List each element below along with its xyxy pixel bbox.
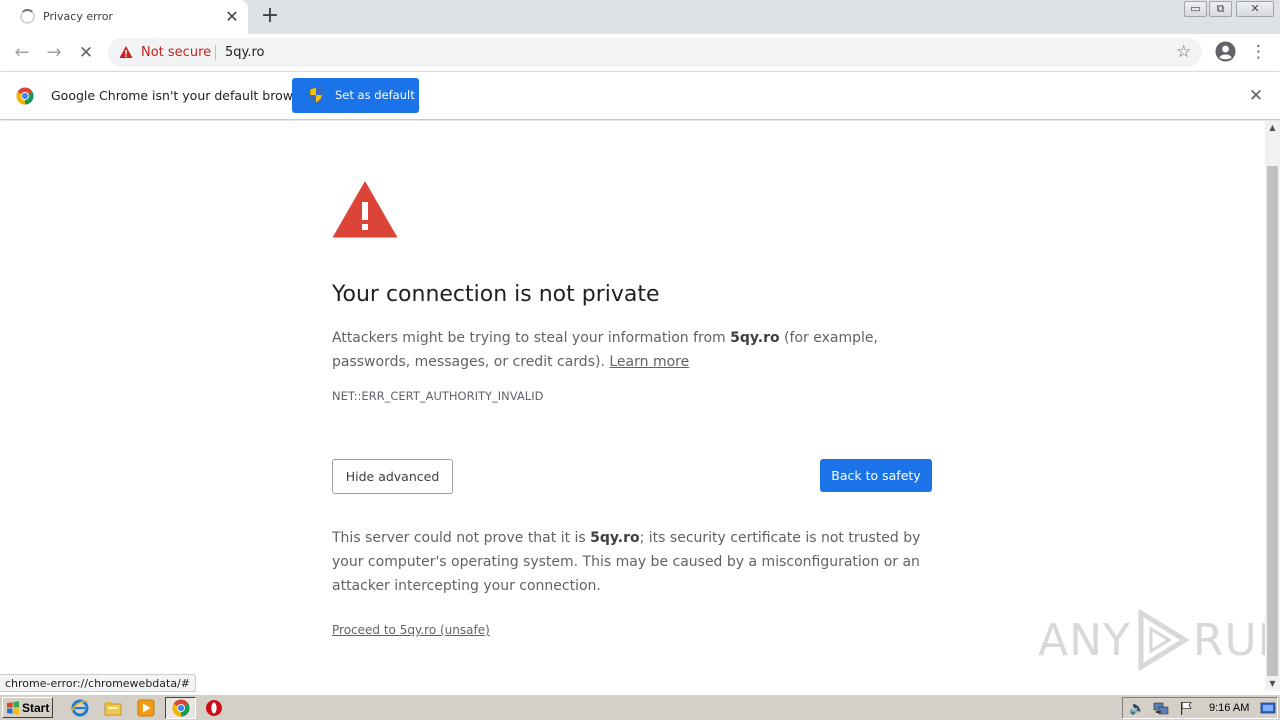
menu-icon[interactable]: ⋮: [1250, 42, 1267, 62]
taskbar-chrome-button[interactable]: [165, 697, 196, 719]
scroll-down-arrow-icon[interactable]: ▼: [1265, 677, 1280, 691]
explanation-host: 5qy.ro: [730, 330, 780, 346]
proceed-unsafe-link[interactable]: Proceed to 5qy.ro (unsafe): [332, 623, 490, 637]
explanation-text: Attackers might be trying to steal your …: [332, 326, 932, 374]
anyrun-watermark: ANY RUN: [1038, 609, 1280, 671]
security-status-label[interactable]: Not secure: [141, 45, 211, 60]
file-explorer-icon[interactable]: [104, 699, 122, 717]
infobar-close-icon[interactable]: ✕: [1247, 87, 1265, 105]
uac-shield-icon: [309, 87, 323, 103]
profile-icon[interactable]: [1215, 41, 1236, 62]
stop-icon[interactable]: ✕: [73, 40, 99, 66]
details-text: This server could not prove that it is 5…: [332, 526, 932, 598]
page-title: Your connection is not private: [332, 282, 660, 307]
tab-title: Privacy error: [43, 10, 113, 23]
infobar-message: Google Chrome isn't your default browser: [51, 88, 313, 103]
scroll-thumb[interactable]: [1267, 166, 1278, 676]
warning-triangle-icon: [332, 181, 398, 238]
media-player-icon[interactable]: [137, 699, 155, 717]
internet-explorer-icon[interactable]: [71, 699, 89, 717]
address-bar[interactable]: Not secure 5qy.ro ☆: [108, 38, 1202, 67]
chrome-taskbar-icon: [172, 699, 190, 717]
error-code[interactable]: NET::ERR_CERT_AUTHORITY_INVALID: [332, 389, 543, 403]
opera-icon[interactable]: [205, 699, 223, 717]
browser-toolbar: ← → ✕ Not secure 5qy.ro ☆: [0, 34, 1280, 71]
start-label: Start: [22, 701, 50, 715]
tab-strip: Privacy error ✕ + ▭ ⧉ ✕: [0, 0, 1280, 34]
watermark-left: ANY: [1038, 614, 1131, 666]
windows-logo-icon: [7, 701, 19, 715]
explanation-prefix: Attackers might be trying to steal your …: [332, 330, 731, 346]
windows-taskbar: Start 🔈 9:16 AM: [0, 694, 1280, 720]
address-bar-divider: [215, 45, 216, 60]
set-as-default-button[interactable]: Set as default: [292, 78, 419, 113]
window-close-button[interactable]: ✕: [1236, 1, 1274, 17]
volume-icon[interactable]: 🔈: [1129, 701, 1145, 716]
set-as-default-label: Set as default: [335, 88, 415, 102]
learn-more-link[interactable]: Learn more: [609, 354, 689, 370]
chrome-logo-icon: [16, 87, 34, 105]
window-minimize-button[interactable]: ▭: [1184, 1, 1207, 17]
star-icon[interactable]: ☆: [1176, 42, 1191, 62]
tab-privacy-error[interactable]: Privacy error ✕: [0, 0, 248, 34]
scroll-up-arrow-icon[interactable]: ▲: [1265, 121, 1280, 135]
interstitial-page: Your connection is not private Attackers…: [0, 121, 1280, 691]
show-desktop-icon[interactable]: [1260, 701, 1276, 716]
url-text[interactable]: 5qy.ro: [225, 45, 265, 60]
warning-icon: [119, 46, 133, 58]
taskbar-clock[interactable]: 9:16 AM: [1209, 702, 1249, 714]
start-button[interactable]: Start: [2, 697, 53, 718]
back-arrow-icon[interactable]: ←: [9, 40, 35, 66]
play-logo-icon: [1138, 609, 1190, 671]
hide-advanced-button[interactable]: Hide advanced: [332, 459, 453, 494]
network-icon[interactable]: [1153, 701, 1169, 716]
details-prefix: This server could not prove that it is: [332, 530, 591, 546]
forward-arrow-icon[interactable]: →: [41, 40, 67, 66]
tab-close-icon[interactable]: ✕: [222, 7, 242, 27]
loading-spinner-icon: [20, 9, 35, 24]
page-scrollbar[interactable]: ▲ ▼: [1265, 121, 1280, 691]
new-tab-button[interactable]: +: [258, 5, 282, 29]
default-browser-infobar: Google Chrome isn't your default browser…: [0, 71, 1280, 120]
action-center-flag-icon[interactable]: [1179, 701, 1193, 716]
system-tray: 🔈 9:16 AM: [1122, 697, 1278, 719]
details-host: 5qy.ro: [590, 530, 640, 546]
window-maximize-button[interactable]: ⧉: [1209, 1, 1232, 17]
status-bubble: chrome-error://chromewebdata/#: [0, 674, 196, 692]
back-to-safety-button[interactable]: Back to safety: [820, 459, 932, 492]
